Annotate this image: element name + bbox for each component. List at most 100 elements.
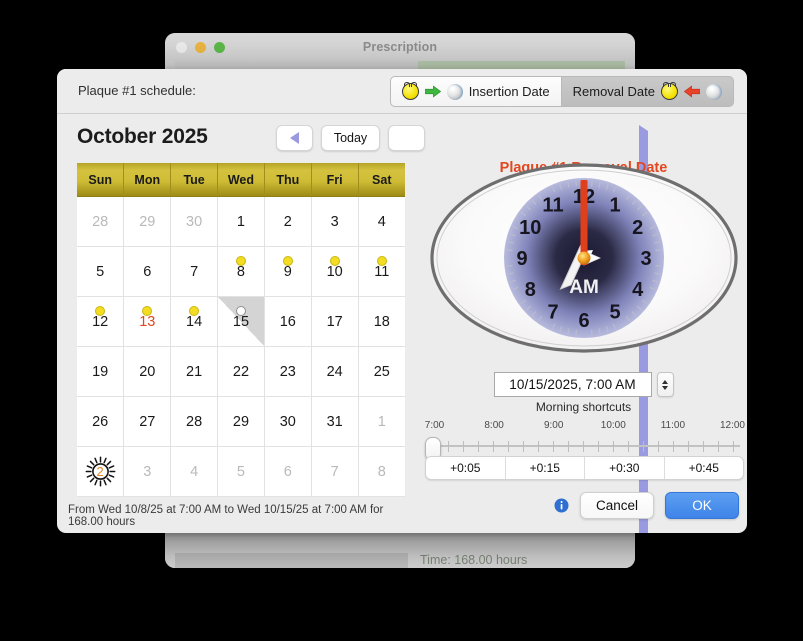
calendar-day-number: 25 <box>373 363 390 380</box>
calendar-day-cell[interactable]: 17 <box>311 296 359 347</box>
calendar-day-cell[interactable]: 4 <box>358 196 405 247</box>
calendar-day-cell[interactable]: 21 <box>170 346 219 397</box>
clock-numeral-1: 1 <box>609 194 620 216</box>
weekday-header-wed: Wed <box>217 163 265 197</box>
slider-tick <box>658 441 659 452</box>
calendar-day-cell[interactable]: 25 <box>358 346 405 397</box>
tab-removal-date[interactable]: Removal Date <box>561 76 734 107</box>
calendar-day-cell[interactable]: 30 <box>264 396 312 447</box>
calendar-day-cell[interactable]: 1 <box>217 196 265 247</box>
calendar-day-number: 2 <box>96 464 104 479</box>
slider-tick <box>478 441 479 452</box>
chevron-down-icon[interactable] <box>662 385 668 390</box>
clock-numeral-9: 9 <box>516 248 527 270</box>
dialog-header: Plaque #1 schedule: Insertion Date Remov… <box>57 69 747 114</box>
increment-button[interactable]: +0:30 <box>585 457 665 479</box>
ok-button[interactable]: OK <box>665 492 739 519</box>
calendar-day-cell[interactable]: 24 <box>311 346 359 397</box>
calendar-day-cell[interactable]: 3 <box>311 196 359 247</box>
analog-clock[interactable]: 121234567891011 AM <box>424 147 744 369</box>
minimize-icon[interactable] <box>195 42 206 53</box>
calendar-day-cell[interactable]: 6 <box>123 246 172 297</box>
weekday-header-tue: Tue <box>170 163 219 197</box>
calendar-day-number: 6 <box>143 263 152 280</box>
calendar-day-number: 12 <box>92 313 109 330</box>
calendar-day-cell[interactable]: 2 <box>77 446 125 497</box>
zoom-icon[interactable] <box>214 42 225 53</box>
calendar-day-cell[interactable]: 10 <box>311 246 359 297</box>
calendar-day-cell[interactable]: 5 <box>77 246 125 297</box>
calendar-day-cell[interactable]: 7 <box>170 246 219 297</box>
calendar-day-cell[interactable]: 28 <box>170 396 219 447</box>
calendar-day-cell[interactable]: 20 <box>123 346 172 397</box>
calendar-day-cell[interactable]: 11 <box>358 246 405 297</box>
calendar-day-number: 20 <box>139 363 156 380</box>
info-icon[interactable] <box>554 498 569 513</box>
calendar-day-cell[interactable]: 6 <box>264 446 312 497</box>
calendar-day-number: 4 <box>377 213 386 230</box>
calendar-week-row: 26 27 28 29 30 31 1 <box>77 396 405 447</box>
calendar-day-number: 22 <box>232 363 250 380</box>
calendar-day-cell[interactable]: 19 <box>77 346 125 397</box>
calendar-day-cell[interactable]: 23 <box>264 346 312 397</box>
clock-face: 121234567891011 AM <box>430 163 738 353</box>
calendar-day-cell[interactable]: 28 <box>77 196 125 247</box>
calendar-day-number: 17 <box>326 313 343 330</box>
slider-tick <box>613 441 614 452</box>
calendar-day-cell[interactable]: 8 <box>358 446 405 497</box>
slider-tick <box>628 441 629 452</box>
calendar-day-cell[interactable]: 16 <box>264 296 312 347</box>
increment-button[interactable]: +0:05 <box>426 457 506 479</box>
dialog-body: October 2025 Today Sun Mon Tue Wed Thu Fri Sat <box>57 114 747 533</box>
calendar-day-cell[interactable]: 18 <box>358 296 405 347</box>
calendar-day-cell[interactable]: 22 <box>217 346 265 397</box>
chevron-up-icon[interactable] <box>662 379 668 384</box>
calendar-day-cell[interactable]: 1 <box>358 396 405 447</box>
calendar-day-cell[interactable]: 5 <box>217 446 265 497</box>
clock-numeral-6: 6 <box>578 310 589 332</box>
calendar-day-cell[interactable]: 31 <box>311 396 359 447</box>
cancel-button[interactable]: Cancel <box>580 492 654 519</box>
date-stepper[interactable] <box>656 372 674 397</box>
calendar-day-cell[interactable]: 2 <box>264 196 312 247</box>
tab-insertion-date[interactable]: Insertion Date <box>389 76 562 107</box>
slider-tick <box>538 441 539 452</box>
calendar-day-cell[interactable]: 14 <box>170 296 219 347</box>
window-titlebar[interactable]: Prescription <box>165 33 635 62</box>
calendar-day-cell[interactable]: 26 <box>77 396 125 447</box>
calendar-day-cell[interactable]: 9 <box>264 246 312 297</box>
prev-month-button[interactable] <box>276 125 313 151</box>
weekday-header-thu: Thu <box>264 163 312 197</box>
clock-numeral-11: 11 <box>542 194 563 216</box>
calendar-day-number: 8 <box>377 463 386 480</box>
calendar-day-cell[interactable]: 8 <box>217 246 265 297</box>
calendar-nav: Today <box>276 125 648 533</box>
calendar-day-cell[interactable]: 27 <box>123 396 172 447</box>
calendar-day-number: 29 <box>139 213 156 230</box>
today-button[interactable]: Today <box>321 125 380 151</box>
calendar-day-number: 18 <box>373 313 390 330</box>
calendar-day-number: 3 <box>330 213 339 230</box>
calendar-day-cell[interactable]: 12 <box>77 296 125 347</box>
clock-numeral-2: 2 <box>632 217 643 239</box>
increment-button[interactable]: +0:45 <box>665 457 744 479</box>
calendar-day-cell[interactable]: 4 <box>170 446 219 497</box>
calendar-day-cell[interactable]: 29 <box>217 396 265 447</box>
calendar-day-cell[interactable]: 30 <box>170 196 219 247</box>
calendar-day-cell[interactable]: 7 <box>311 446 359 497</box>
calendar-day-cell[interactable]: 29 <box>123 196 172 247</box>
clock-numeral-7: 7 <box>547 302 558 324</box>
increment-button[interactable]: +0:15 <box>506 457 585 479</box>
date-time-field[interactable]: 10/15/2025, 7:00 AM <box>493 372 652 397</box>
calendar-day-number: 1 <box>377 413 386 430</box>
slider-tick <box>448 441 449 452</box>
calendar-day-cell[interactable]: 15 <box>217 296 265 347</box>
calendar-day-cell[interactable]: 13 <box>123 296 172 347</box>
calendar-day-number: 26 <box>92 413 109 430</box>
plaque-icon <box>661 81 678 100</box>
calendar-day-number: 3 <box>143 463 152 480</box>
calendar-day-cell[interactable]: 3 <box>123 446 172 497</box>
calendar-week-row: 19 20 21 22 23 24 25 <box>77 346 405 397</box>
chevron-left-icon <box>290 132 299 144</box>
close-icon[interactable] <box>176 42 187 53</box>
